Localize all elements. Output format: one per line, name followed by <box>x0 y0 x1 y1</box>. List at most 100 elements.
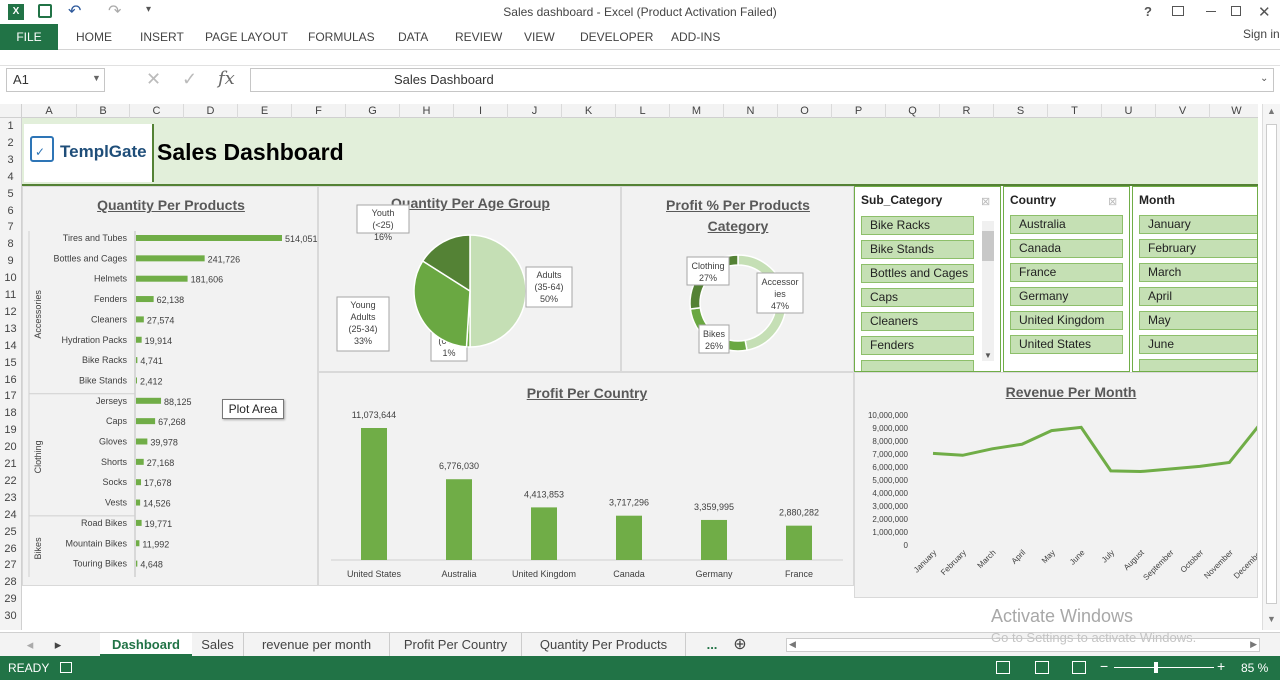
quantity-per-products-panel[interactable]: Quantity Per Products Tires and Tubes 514… <box>22 186 318 586</box>
row-header[interactable]: 2 <box>0 137 21 149</box>
enter-icon[interactable]: ✓ <box>182 69 197 90</box>
more-sheets-button[interactable]: ... <box>700 633 724 657</box>
column-header[interactable]: S <box>994 104 1048 118</box>
clear-filter-icon[interactable]: ⊠ <box>1108 195 1117 208</box>
slicer-scrollbar[interactable]: ▼ <box>982 221 994 361</box>
column-header[interactable]: G <box>346 104 400 118</box>
slicer-item[interactable]: January <box>1139 215 1257 234</box>
row-header[interactable]: 1 <box>0 120 21 132</box>
row-header[interactable]: 6 <box>0 205 21 217</box>
help-icon[interactable]: ? <box>1144 4 1152 19</box>
column-header[interactable]: T <box>1048 104 1102 118</box>
zoom-slider[interactable] <box>1114 667 1214 668</box>
row-header[interactable]: 18 <box>0 407 21 419</box>
slicer-item[interactable]: May <box>1139 311 1257 330</box>
row-header[interactable]: 19 <box>0 424 21 436</box>
name-box-dropdown-icon[interactable]: ▼ <box>92 73 101 83</box>
column-header[interactable]: N <box>724 104 778 118</box>
slicer-item[interactable]: United Kingdom <box>1010 311 1123 330</box>
column-header[interactable]: M <box>670 104 724 118</box>
vertical-scrollbar[interactable]: ▲ ▼ <box>1262 104 1280 630</box>
row-header[interactable]: 11 <box>0 289 21 301</box>
scroll-right-icon[interactable]: ▶ <box>1250 639 1257 650</box>
tab-home[interactable]: HOME <box>76 24 112 50</box>
column-header[interactable]: H <box>400 104 454 118</box>
select-all-corner[interactable] <box>0 104 22 118</box>
slicer-item[interactable]: United States <box>1010 335 1123 354</box>
profit-per-country-panel[interactable]: Profit Per Country 11,073,644 United Stat… <box>318 372 854 586</box>
row-header[interactable]: 23 <box>0 492 21 504</box>
column-header[interactable]: K <box>562 104 616 118</box>
close-icon[interactable]: ✕ <box>1258 3 1271 21</box>
ribbon-display-icon[interactable] <box>1172 6 1184 16</box>
row-header[interactable]: 15 <box>0 357 21 369</box>
row-header[interactable]: 30 <box>0 610 21 622</box>
add-sheet-icon[interactable]: ⊕ <box>730 633 750 657</box>
country-slicer[interactable]: Country ⊠ Australia Canada France German… <box>1003 186 1130 372</box>
row-header[interactable]: 27 <box>0 559 21 571</box>
row-header[interactable]: 8 <box>0 238 21 250</box>
row-header[interactable]: 12 <box>0 306 21 318</box>
sheet-tab-dashboard[interactable]: Dashboard <box>100 633 192 657</box>
column-header[interactable]: J <box>508 104 562 118</box>
slicer-item-partial[interactable] <box>861 360 974 371</box>
slicer-item[interactable]: Cleaners <box>861 312 974 331</box>
tab-page-layout[interactable]: PAGE LAYOUT <box>205 24 288 50</box>
zoom-in-icon[interactable]: + <box>1217 658 1225 674</box>
row-header[interactable]: 5 <box>0 188 21 200</box>
row-header[interactable]: 13 <box>0 323 21 335</box>
sheet-tab-revenue-per-month[interactable]: revenue per month <box>244 633 390 657</box>
scroll-thumb[interactable] <box>1266 124 1277 604</box>
slicer-item[interactable]: Fenders <box>861 336 974 355</box>
tab-data[interactable]: DATA <box>398 24 428 50</box>
normal-view-icon[interactable] <box>996 661 1010 674</box>
sheet-tab-sales[interactable]: Sales <box>192 633 244 657</box>
column-header[interactable]: U <box>1102 104 1156 118</box>
row-header[interactable]: 10 <box>0 272 21 284</box>
row-header[interactable]: 26 <box>0 543 21 555</box>
name-box[interactable]: A1 <box>6 68 105 92</box>
page-layout-view-icon[interactable] <box>1035 661 1049 674</box>
row-header[interactable]: 14 <box>0 340 21 352</box>
zoom-slider-thumb[interactable] <box>1154 662 1158 673</box>
formula-input[interactable]: Sales Dashboard <box>250 68 1274 92</box>
column-header[interactable]: F <box>292 104 346 118</box>
slicer-item[interactable]: France <box>1010 263 1123 282</box>
row-header[interactable]: 9 <box>0 255 21 267</box>
sub-category-slicer[interactable]: Sub_Category ⊠ Bike Racks Bike Stands Bo… <box>854 186 1001 372</box>
slicer-item[interactable]: Bottles and Cages <box>861 264 974 283</box>
zoom-level[interactable]: 85 % <box>1241 661 1268 675</box>
column-header[interactable]: P <box>832 104 886 118</box>
column-header[interactable]: L <box>616 104 670 118</box>
slicer-item[interactable]: Bike Racks <box>861 216 974 235</box>
chevron-down-icon[interactable]: ▼ <box>984 351 992 360</box>
macro-record-icon[interactable] <box>60 662 72 673</box>
page-break-view-icon[interactable] <box>1072 661 1086 674</box>
row-header[interactable]: 22 <box>0 475 21 487</box>
column-header[interactable]: O <box>778 104 832 118</box>
insert-function-icon[interactable]: fx <box>218 68 235 89</box>
column-header[interactable]: D <box>184 104 238 118</box>
row-header[interactable]: 20 <box>0 441 21 453</box>
row-header[interactable]: 16 <box>0 374 21 386</box>
profit-per-category-panel[interactable]: Profit % Per Products Category Accessor i… <box>621 186 854 372</box>
slicer-item[interactable]: Germany <box>1010 287 1123 306</box>
slicer-item-partial[interactable] <box>1139 359 1257 371</box>
row-header[interactable]: 17 <box>0 390 21 402</box>
tab-add-ins[interactable]: ADD-INS <box>671 24 720 50</box>
tab-formulas[interactable]: FORMULAS <box>308 24 375 50</box>
row-header[interactable]: 3 <box>0 154 21 166</box>
column-header[interactable]: Q <box>886 104 940 118</box>
column-header[interactable]: I <box>454 104 508 118</box>
minimize-icon[interactable] <box>1206 11 1216 12</box>
slicer-item[interactable]: February <box>1139 239 1257 258</box>
row-header[interactable]: 7 <box>0 221 21 233</box>
row-header[interactable]: 25 <box>0 526 21 538</box>
column-header[interactable]: V <box>1156 104 1210 118</box>
next-sheet-icon[interactable]: ▸ <box>52 633 64 657</box>
row-header[interactable]: 4 <box>0 171 21 183</box>
row-header[interactable]: 24 <box>0 509 21 521</box>
column-header[interactable]: C <box>130 104 184 118</box>
zoom-out-icon[interactable]: − <box>1100 658 1108 674</box>
column-header[interactable]: W <box>1210 104 1264 118</box>
